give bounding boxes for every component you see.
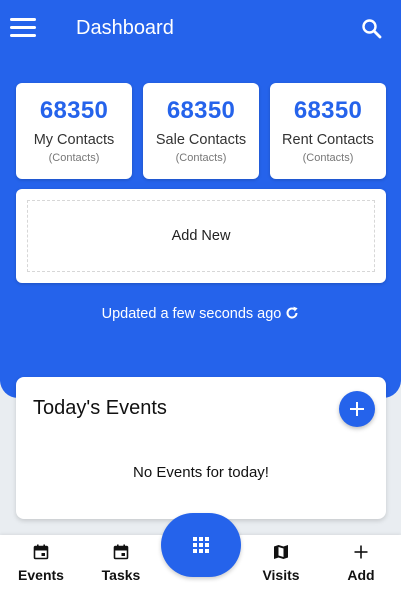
nav-label-tasks: Tasks: [101, 567, 141, 583]
stat-label: Rent Contacts: [282, 132, 374, 148]
add-event-button[interactable]: [339, 391, 375, 427]
stat-card-my-contacts[interactable]: 68350 My Contacts (Contacts): [16, 83, 132, 179]
add-new-label: Add New: [171, 228, 231, 244]
refresh-icon[interactable]: [285, 306, 299, 324]
stat-card-sale-contacts[interactable]: 68350 Sale Contacts (Contacts): [143, 83, 259, 179]
add-new-button[interactable]: Add New: [27, 200, 375, 272]
events-title: Today's Events: [33, 397, 167, 419]
grid-icon: [193, 537, 209, 553]
todays-events-card: Today's Events No Events for today!: [16, 377, 386, 519]
nav-label-events: Events: [18, 567, 64, 583]
last-updated-status: Updated a few seconds ago: [0, 306, 401, 324]
stat-value: 68350: [39, 97, 109, 124]
calendar-icon: [113, 544, 129, 560]
stat-sublabel: (Contacts): [48, 152, 100, 164]
events-empty-message: No Events for today!: [133, 464, 269, 481]
stat-card-rent-contacts[interactable]: 68350 Rent Contacts (Contacts): [270, 83, 386, 179]
menu-icon[interactable]: [10, 18, 36, 38]
nav-events[interactable]: Events: [11, 535, 71, 592]
stat-value: 68350: [293, 97, 363, 124]
nav-label-visits: Visits: [262, 567, 300, 583]
center-menu-button[interactable]: [161, 513, 241, 577]
calendar-icon: [33, 544, 49, 560]
plus-icon: [354, 545, 368, 559]
nav-visits[interactable]: Visits: [251, 535, 311, 592]
nav-add[interactable]: Add: [331, 535, 391, 592]
stat-label: My Contacts: [33, 132, 115, 148]
nav-tasks[interactable]: Tasks: [91, 535, 151, 592]
stat-label: Sale Contacts: [155, 132, 247, 148]
stat-value: 68350: [166, 97, 236, 124]
stat-sublabel: (Contacts): [302, 152, 354, 164]
page-title: Dashboard: [76, 17, 174, 39]
search-icon[interactable]: [361, 18, 383, 40]
stat-sublabel: (Contacts): [175, 152, 227, 164]
app-bar: Dashboard: [0, 0, 401, 60]
map-icon: [274, 545, 288, 559]
nav-label-add: Add: [347, 567, 375, 583]
add-new-card: Add New: [16, 189, 386, 283]
last-updated-text: Updated a few seconds ago: [101, 306, 282, 322]
